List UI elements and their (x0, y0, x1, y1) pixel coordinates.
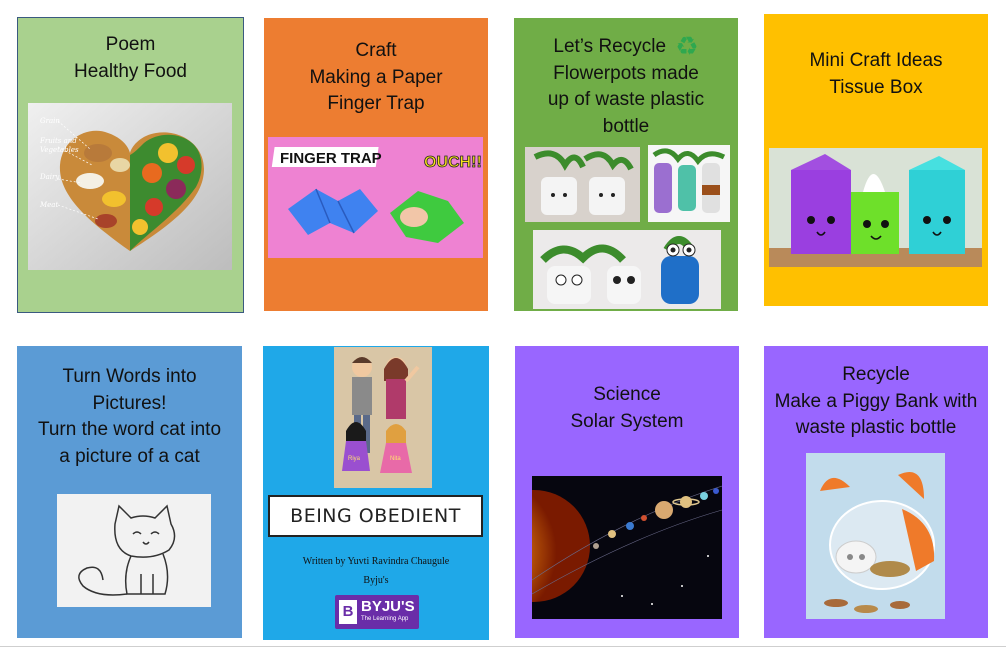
title-line: Let’s Recycle ♻ (514, 34, 738, 61)
title-line: Science (593, 384, 661, 405)
food-label: Vegetables (40, 146, 79, 154)
title-line: Finger Trap (327, 93, 425, 114)
bottom-divider (0, 646, 1006, 647)
finger-trap-image: FINGER TRAP OUCH!! (268, 137, 483, 258)
byjus-logo: B BYJU'S The Learning App (335, 595, 419, 629)
title-line: Turn Words into (62, 366, 197, 387)
card-title: Turn Words into Pictures! Turn the word … (17, 364, 242, 470)
title-line: Make a Piggy Bank with (774, 390, 978, 412)
food-label: Meat (39, 201, 58, 209)
cat-flowerpots-image (525, 147, 640, 222)
book-title-box: BEING OBEDIENT (268, 495, 483, 537)
title-line: Turn the word cat into (37, 419, 222, 440)
card-recycle-piggy-bank[interactable]: Recycle Make a Piggy Bank with waste pla… (764, 346, 988, 638)
card-science-solar-system[interactable]: Science Solar System (515, 346, 739, 638)
food-label: Dairy (39, 173, 60, 181)
card-title: Craft Making a Paper Finger Trap (264, 38, 488, 118)
card-words-into-pictures[interactable]: Turn Words into Pictures! Turn the word … (17, 346, 242, 638)
book-title: BEING OBEDIENT (290, 505, 461, 527)
solar-system-image (532, 476, 722, 619)
character-name: Nita (390, 456, 401, 462)
title-line: Tissue Box (829, 76, 923, 98)
food-label: Grain (40, 117, 60, 125)
title-line: Recycle (842, 364, 910, 385)
card-being-obedient[interactable]: Riya Nita BEING OBEDIENT Written by Yuvt… (263, 346, 489, 640)
ouch-text: OUCH!! (424, 154, 482, 171)
card-title: Science Solar System (515, 382, 739, 435)
title-line: bottle (602, 115, 650, 137)
title-line: Poem (105, 34, 156, 55)
card-title: Recycle Make a Piggy Bank with waste pla… (764, 362, 988, 442)
title-text: Let’s Recycle (553, 36, 667, 57)
bottle-planters-image (648, 145, 730, 222)
book-publisher: Byju's (363, 575, 389, 586)
title-line: Healthy Food (73, 60, 187, 82)
title-line: up of waste plastic (547, 89, 705, 110)
healthy-food-heart-image: Grain Fruits and Vegetables Dairy Meat (28, 103, 232, 270)
card-craft-finger-trap[interactable]: Craft Making a Paper Finger Trap FINGER … (264, 18, 488, 311)
title-line: Solar System (570, 410, 684, 432)
title-line: waste plastic bottle (795, 417, 957, 438)
title-line: Making a Paper (309, 66, 443, 88)
pet-planters-image (533, 230, 721, 309)
card-poem-healthy-food[interactable]: Poem Healthy Food Grain Fruits and Veget… (17, 17, 244, 313)
card-title: Poem Healthy Food (18, 32, 243, 85)
title-line: Mini Craft Ideas (809, 50, 943, 71)
tissue-boxes-image (769, 148, 982, 267)
piggy-bank-image (806, 453, 945, 619)
cat-drawing-image (57, 494, 211, 607)
recycle-icon: ♻ (675, 32, 699, 62)
title-line: Craft (355, 40, 397, 61)
byjus-icon: B (339, 600, 357, 624)
card-title: Mini Craft Ideas Tissue Box (764, 48, 988, 101)
food-label: Fruits and (39, 137, 77, 145)
title-line: Flowerpots made (553, 62, 699, 84)
finger-trap-banner: FINGER TRAP (280, 150, 382, 167)
book-author: Written by Yuvti Ravindra Chaugule (302, 556, 450, 567)
byjus-logo-text: BYJU'S (361, 598, 415, 615)
card-mini-craft-tissue-box[interactable]: Mini Craft Ideas Tissue Box (764, 14, 988, 306)
title-line: a picture of a cat (59, 445, 200, 467)
family-illustration-image: Riya Nita (334, 347, 432, 488)
card-recycle-flowerpots[interactable]: Let’s Recycle ♻ Flowerpots made up of wa… (514, 18, 738, 311)
card-title: Let’s Recycle ♻ Flowerpots made up of wa… (514, 34, 738, 140)
character-name: Riya (348, 456, 361, 462)
title-line: Pictures! (92, 392, 167, 414)
byjus-logo-tagline: The Learning App (361, 616, 409, 622)
